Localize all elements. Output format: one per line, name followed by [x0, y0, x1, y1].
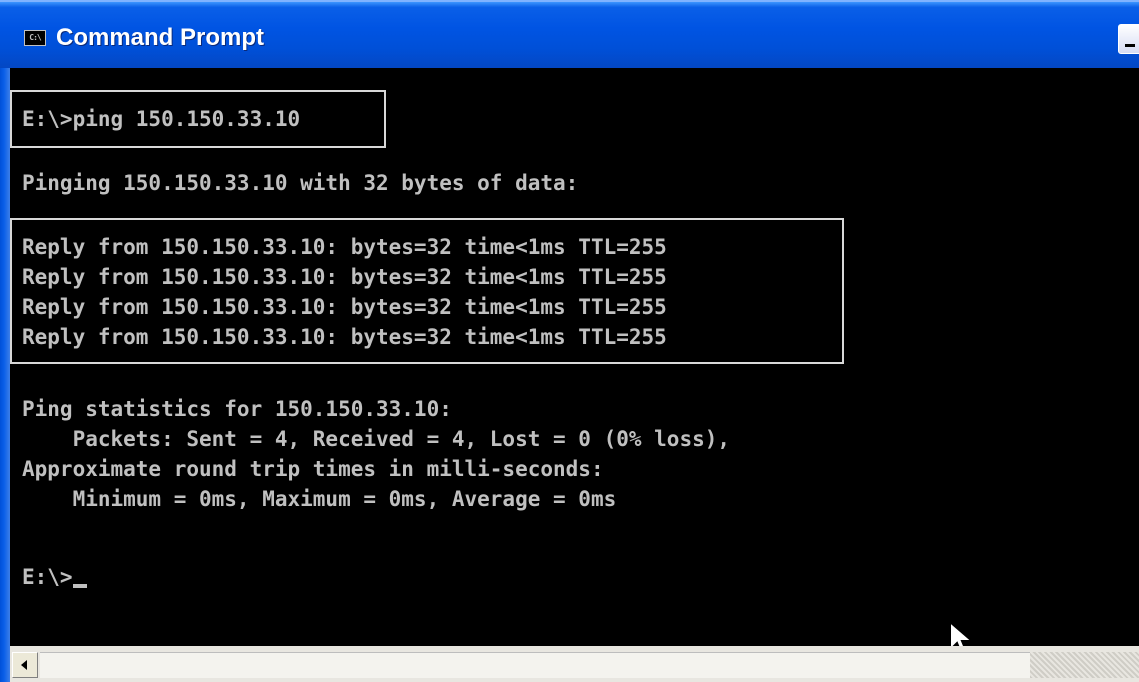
console-line-reply: Reply from 150.150.33.10: bytes=32 time<…: [22, 295, 667, 319]
console-line-pinging: Pinging 150.150.33.10 with 32 bytes of d…: [22, 171, 579, 195]
scroll-thumb[interactable]: [1030, 652, 1139, 678]
title-bar[interactable]: C:\ Command Prompt: [0, 0, 1139, 68]
console-line-command: E:\>ping 150.150.33.10: [22, 107, 301, 131]
console-output[interactable]: E:\>ping 150.150.33.10 Pinging 150.150.3…: [10, 68, 1139, 657]
console-line-stats-header: Ping statistics for 150.150.33.10:: [22, 397, 452, 421]
arrow-left-icon: [21, 660, 27, 670]
minimize-button[interactable]: [1118, 24, 1139, 54]
scroll-track[interactable]: [40, 652, 1030, 678]
command-prompt-window: C:\ Command Prompt E:\>ping 150.150.33.1…: [0, 0, 1139, 682]
text-cursor: [72, 584, 87, 588]
console-line-reply: Reply from 150.150.33.10: bytes=32 time<…: [22, 235, 667, 259]
console-line-packets: Packets: Sent = 4, Received = 4, Lost = …: [22, 427, 731, 451]
console-line-prompt: E:\>: [22, 562, 87, 592]
console-line-rtt-values: Minimum = 0ms, Maximum = 0ms, Average = …: [22, 487, 617, 511]
prompt-text: E:\>: [22, 565, 73, 589]
console-line-reply: Reply from 150.150.33.10: bytes=32 time<…: [22, 325, 667, 349]
scroll-left-button[interactable]: [12, 652, 38, 678]
window-frame-left: [0, 68, 10, 682]
window-title: Command Prompt: [56, 24, 265, 51]
console-icon[interactable]: C:\: [24, 30, 46, 46]
console-line-rtt-header: Approximate round trip times in milli-se…: [22, 457, 604, 481]
console-line-reply: Reply from 150.150.33.10: bytes=32 time<…: [22, 265, 667, 289]
minimize-icon: [1125, 44, 1135, 47]
horizontal-scrollbar[interactable]: [10, 646, 1139, 682]
